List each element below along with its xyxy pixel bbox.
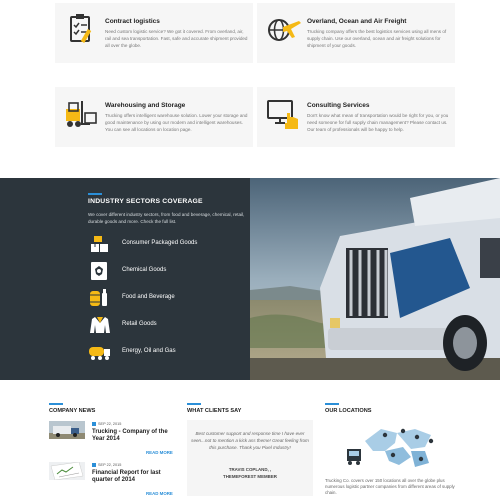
locations-desc: Trucking Co. covers over 150 locations a…	[325, 478, 455, 496]
news-item[interactable]: SEP 22, 2015 Financial Report for last q…	[49, 462, 179, 502]
forklift-icon	[66, 101, 97, 127]
news-title[interactable]: Financial Report for last quarter of 201…	[92, 470, 180, 484]
tanker-truck-icon	[89, 347, 110, 360]
service-card-freight[interactable]: Overland, Ocean and Air Freight Trucking…	[257, 3, 455, 63]
accent-line	[187, 403, 201, 405]
news-date: SEP 22, 2015	[92, 463, 121, 467]
locations-heading: OUR LOCATIONS	[325, 408, 372, 414]
sector-item-energy[interactable]: Energy, Oil and Gas	[88, 342, 248, 362]
testimonial-author: TRAVIS COPLAND, ,	[228, 467, 272, 472]
service-desc: Trucking offers intelligent warehouse so…	[105, 113, 248, 132]
testimonial-role: THEMEFOREST MEMBER	[223, 474, 277, 479]
sector-label: Energy, Oil and Gas	[122, 348, 176, 354]
monitor-hand-icon	[267, 100, 298, 129]
industry-title: INDUSTRY SECTORS COVERAGE	[88, 198, 203, 205]
calendar-icon	[92, 463, 96, 467]
service-title: Warehousing and Storage	[105, 102, 186, 109]
hazard-icon	[91, 262, 107, 280]
service-title: Overland, Ocean and Air Freight	[307, 18, 407, 25]
testimonial-box: Best customer support and response time …	[187, 420, 313, 496]
truck-icon	[347, 449, 361, 465]
service-desc: Need custom logistic service? We got it …	[105, 29, 248, 48]
sector-item-chemical[interactable]: Chemical Goods	[88, 261, 248, 281]
accent-line	[88, 193, 102, 195]
service-card-contract-logistics[interactable]: Contract logistics Need custom logistic …	[55, 3, 253, 63]
sector-item-retail[interactable]: Retail Goods	[88, 315, 248, 335]
clipboard-icon	[70, 14, 92, 44]
company-news-heading: COMPANY NEWS	[49, 408, 96, 414]
news-thumbnail[interactable]	[49, 421, 85, 439]
truck-photo	[250, 178, 500, 380]
globe-plane-icon	[268, 19, 301, 41]
barrel-bottle-icon	[90, 289, 107, 306]
sector-item-food-beverage[interactable]: Food and Beverage	[88, 288, 248, 308]
sector-label: Retail Goods	[122, 321, 157, 327]
accent-line	[325, 403, 339, 405]
industry-sectors-band: INDUSTRY SECTORS COVERAGE We cover diffe…	[0, 178, 500, 380]
sector-label: Consumer Packaged Goods	[122, 240, 198, 246]
service-card-warehousing[interactable]: Warehousing and Storage Trucking offers …	[55, 87, 253, 147]
service-desc: Don't know what mean of transportation w…	[307, 113, 449, 132]
news-thumbnail[interactable]	[49, 462, 85, 480]
sector-item-consumer-goods[interactable]: Consumer Packaged Goods	[88, 234, 248, 254]
jacket-icon	[90, 317, 110, 333]
service-card-consulting[interactable]: Consulting Services Don't know what mean…	[257, 87, 455, 147]
sector-label: Chemical Goods	[122, 267, 167, 273]
sector-label: Food and Beverage	[122, 294, 175, 300]
industry-panel: INDUSTRY SECTORS COVERAGE We cover diffe…	[0, 178, 250, 380]
service-title: Contract logistics	[105, 18, 160, 25]
calendar-icon	[92, 422, 96, 426]
news-date-text: SEP 22, 2015	[98, 463, 122, 467]
clients-heading: WHAT CLIENTS SAY	[187, 408, 242, 414]
services-section: Contract logistics Need custom logistic …	[0, 0, 500, 178]
service-title: Consulting Services	[307, 102, 370, 109]
boxes-icon	[91, 236, 108, 252]
news-date: SEP 22, 2015	[92, 422, 121, 426]
accent-line	[49, 403, 63, 405]
news-item[interactable]: SEP 22, 2015 Trucking - Company of the Y…	[49, 421, 179, 461]
industry-desc: We cover different industry sectors, fro…	[88, 212, 245, 224]
read-more-link[interactable]: READ MORE	[146, 450, 173, 455]
read-more-link[interactable]: READ MORE	[146, 491, 173, 496]
news-date-text: SEP 22, 2015	[98, 422, 122, 426]
testimonial-quote: Best customer support and response time …	[191, 431, 309, 450]
locations-map[interactable]	[345, 421, 441, 473]
service-desc: Trucking company offers the best logisti…	[307, 29, 447, 48]
news-title[interactable]: Trucking - Company of the Year 2014	[92, 429, 180, 443]
